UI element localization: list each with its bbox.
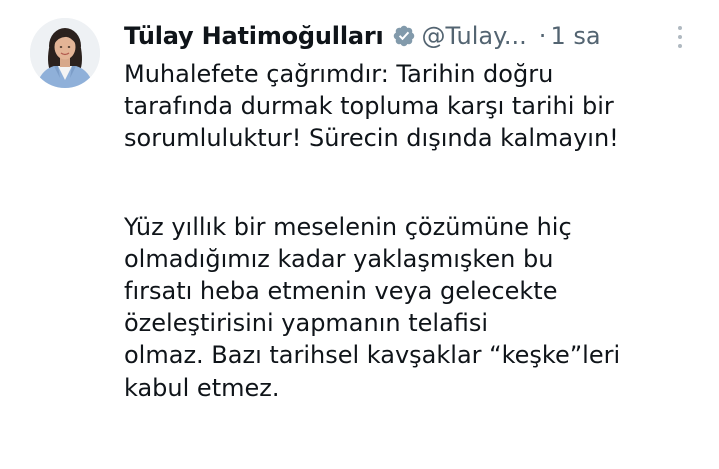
tweet-text: Muhalefete çağrımdır: Tarihin doğru tara… <box>124 58 714 404</box>
tweet-text-line: Yüz yıllık bir meselenin çözümüne hiç <box>124 212 572 241</box>
tweet-text-line: olmaz. Bazı tarihsel kavşaklar “keşke”le… <box>124 341 621 370</box>
tweet-text-line: Muhalefete çağrımdır: Tarihin doğru <box>124 60 554 88</box>
tweet-text-line: tarafında durmak topluma karşı tarihi bi… <box>124 92 614 121</box>
tweet-text-line: fırsatı heba etmenin veya gelecekte <box>124 276 558 305</box>
tweet-text-line: özeleştirisini yapmanın telafisi <box>124 309 489 338</box>
paragraph-break <box>124 155 714 211</box>
author-display-name[interactable]: Tülay Hatimoğulları <box>124 22 384 50</box>
header-separator: · <box>538 22 547 50</box>
author-avatar[interactable] <box>30 18 100 88</box>
tweet-text-line: sorumluluktur! Sürecin dışında kalmayın! <box>124 124 619 153</box>
tweet-text-line: olmadığımız kadar yaklaşmışken bu <box>124 244 554 273</box>
tweet-timestamp[interactable]: 1 sa <box>550 22 600 50</box>
tweet-header: Tülay Hatimoğulları @Tulay... · 1 sa <box>124 18 684 54</box>
tweet-text-line: kabul etmez. <box>124 373 280 402</box>
verified-badge-icon[interactable] <box>392 24 416 48</box>
more-options-icon[interactable] <box>670 22 690 52</box>
author-handle[interactable]: @Tulay... <box>422 22 527 50</box>
avatar-image <box>30 18 100 88</box>
tweet[interactable]: Tülay Hatimoğulları @Tulay... · 1 sa Muh… <box>0 0 719 469</box>
